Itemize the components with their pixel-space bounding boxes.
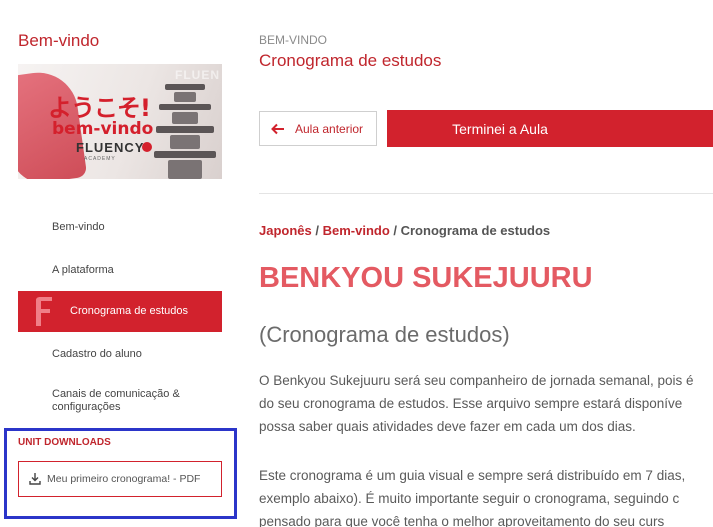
paragraph-line: Este cronograma é um guia visual e sempr…	[259, 468, 686, 483]
sidebar-item-bem-vindo[interactable]: Bem-vindo	[18, 221, 222, 234]
lesson-heading: BENKYOU SUKEJUURU	[259, 262, 593, 294]
banner-brand-sub: ACADEMY	[84, 156, 116, 162]
lesson-paragraph-1: O Benkyou Sukejuuru será seu companheiro…	[259, 369, 713, 438]
lesson-paragraph-2: Este cronograma é um guia visual e sempr…	[259, 464, 713, 527]
paragraph-line: possa saber quais atividades deve fazer …	[259, 419, 636, 434]
banner-japanese-text: ようこそ!	[48, 94, 151, 122]
breadcrumb-current: Cronograma de estudos	[400, 223, 551, 238]
paragraph-line: O Benkyou Sukejuuru será seu companheiro…	[259, 373, 694, 388]
divider	[259, 193, 713, 194]
banner-red-dot	[142, 142, 152, 152]
previous-lesson-button[interactable]: Aula anterior	[259, 111, 377, 146]
paragraph-line: pensado para que você tenha o melhor apr…	[259, 514, 665, 527]
course-banner-image: FLUEN ようこそ! bem-vindo FLUENCY ACADEMY	[18, 64, 222, 179]
sidebar-item-a-plataforma[interactable]: A plataforma	[18, 264, 222, 277]
sidebar-item-cadastro-do-aluno[interactable]: Cadastro do aluno	[18, 348, 222, 361]
paragraph-line: exemplo abaixo). É muito importante segu…	[259, 491, 680, 506]
finish-lesson-button[interactable]: Terminei a Aula	[387, 110, 713, 147]
download-pdf-label: Meu primeiro cronograma! - PDF	[47, 473, 201, 485]
sidebar-item-canais-de-comunicacao[interactable]: Canais de comunicação & configurações	[18, 388, 222, 414]
sidebar-item-label: Cronograma de estudos	[70, 305, 189, 317]
breadcrumb-module-link[interactable]: Bem-vindo	[323, 223, 390, 238]
breadcrumb: Japonês / Bem-vindo / Cronograma de estu…	[259, 223, 550, 238]
page-title: Cronograma de estudos	[259, 51, 442, 70]
breadcrumb-course-link[interactable]: Japonês	[259, 223, 312, 238]
unit-downloads-title: UNIT DOWNLOADS	[18, 437, 111, 448]
previous-lesson-label: Aula anterior	[295, 121, 364, 136]
sidebar-title: Bem-vindo	[18, 31, 100, 50]
paragraph-line: do seu cronograma de estudos. Esse arqui…	[259, 396, 683, 411]
banner-welcome-text: bem-vindo	[52, 119, 154, 139]
section-label: BEM-VINDO	[259, 33, 328, 47]
download-pdf-button[interactable]: Meu primeiro cronograma! - PDF	[18, 461, 222, 497]
sidebar-item-cronograma-de-estudos[interactable]: Cronograma de estudos	[18, 291, 222, 332]
banner-brand-logo: FLUENCY	[76, 140, 145, 155]
fluency-f-icon	[36, 297, 52, 326]
breadcrumb-separator: /	[389, 223, 401, 238]
arrow-left-icon	[271, 123, 284, 135]
breadcrumb-separator: /	[311, 223, 323, 238]
lesson-subheading: (Cronograma de estudos)	[259, 322, 510, 347]
download-icon	[29, 473, 41, 485]
banner-ghost-text: FLUEN	[175, 68, 220, 82]
pagoda-illustration	[154, 66, 216, 179]
